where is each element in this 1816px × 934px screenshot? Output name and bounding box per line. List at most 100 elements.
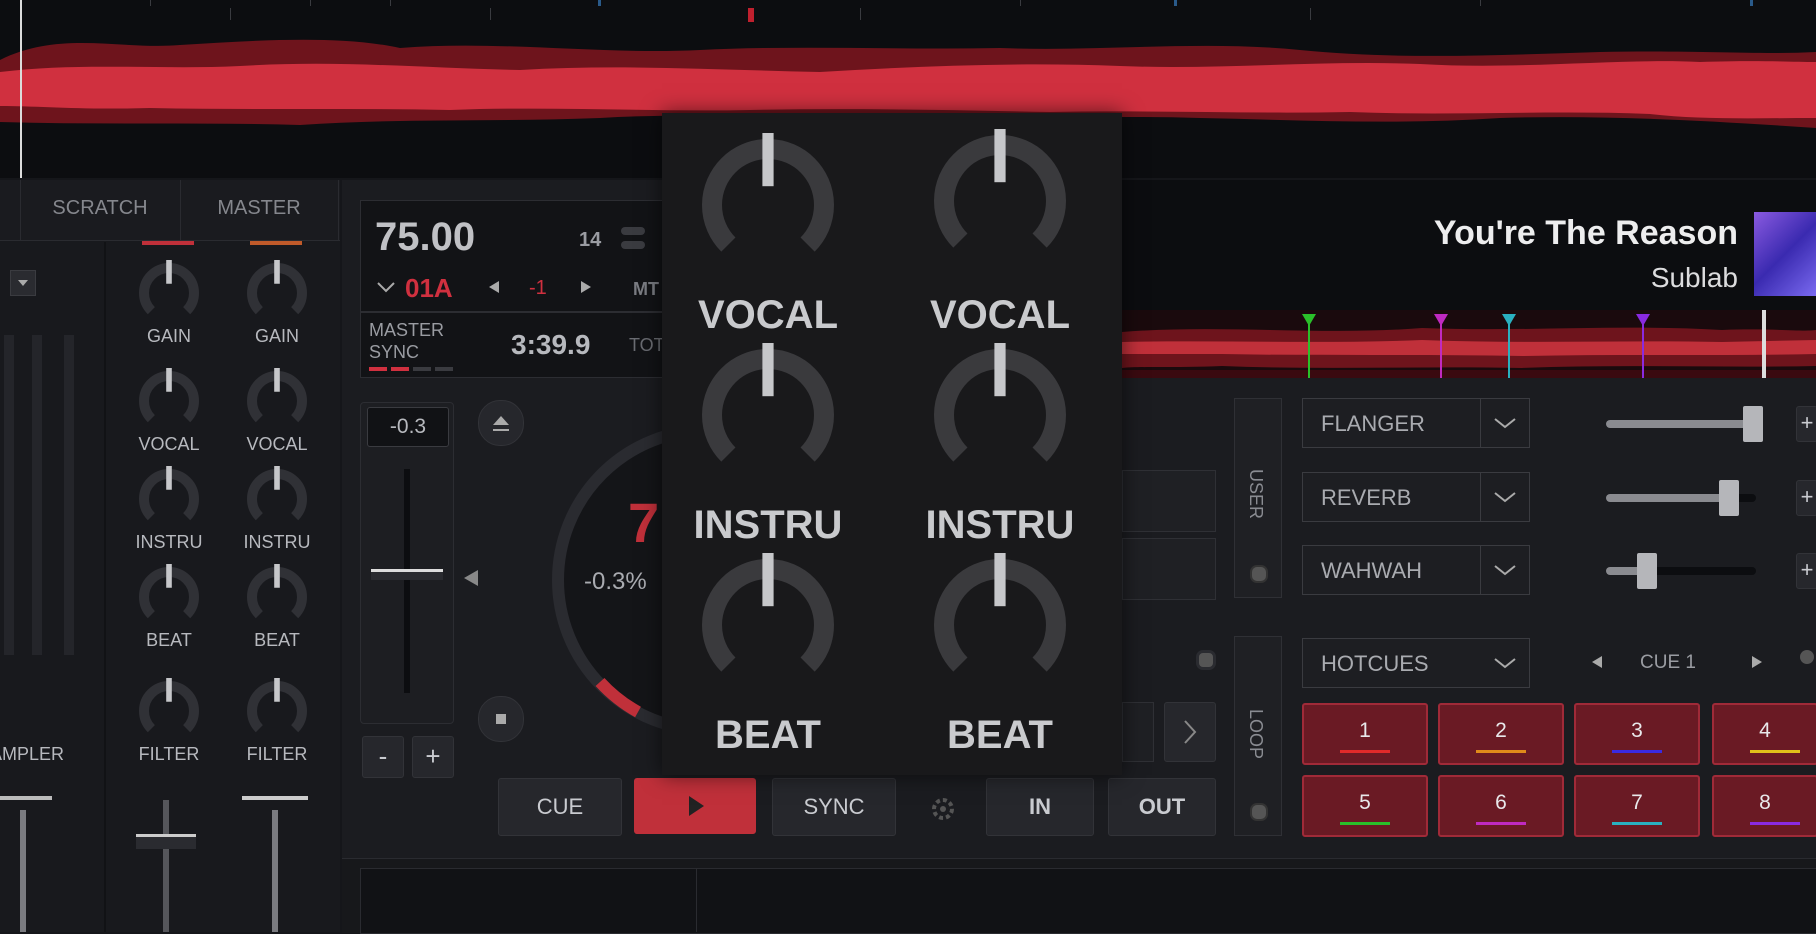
user-led [1250,565,1268,583]
fx-plus-button[interactable]: + [1796,480,1816,516]
fx-dropdown[interactable] [1480,473,1529,521]
fx-plus-button[interactable]: + [1796,406,1816,442]
stop-button[interactable] [478,696,524,742]
pitch-handle[interactable] [371,569,443,580]
vu-meter-graphic [4,335,74,655]
mixer-knob-gain-2[interactable] [242,258,312,333]
hotcue-pad-6[interactable]: 6 [1438,775,1564,837]
pad-number: 1 [1359,719,1371,742]
loop-field[interactable] [1122,702,1154,762]
mixer-knob-instru-1[interactable] [134,464,204,539]
chevron-down-icon [18,280,28,286]
mixer-knob-beat-2[interactable] [242,562,312,637]
cue-next-icon[interactable] [1750,654,1764,675]
fx-dropdown[interactable] [1480,399,1529,447]
fx-level-handle[interactable] [1743,406,1763,442]
stem-knob-beat-2[interactable] [924,549,1076,706]
key-display[interactable]: 01A [405,273,453,304]
mixer-knob-vocal-2[interactable] [242,366,312,441]
dropdown-toggle[interactable] [10,270,36,296]
time-display: 3:39.9 [511,329,591,360]
key-down-icon[interactable] [487,279,501,300]
pitch-minus-button[interactable]: - [362,736,404,778]
mixer-knob-filter-1[interactable] [134,676,204,751]
pad-color-bar [1612,750,1662,753]
track-title: You're The Reason [1433,214,1738,252]
eject-button[interactable] [478,400,524,446]
mt-label[interactable]: MT [633,279,659,300]
hotcue-pad-7[interactable]: 7 [1574,775,1700,837]
loop-in-button[interactable]: IN [986,778,1094,836]
channel-2-fader[interactable] [242,790,308,932]
mixer-knob-vocal-1[interactable] [134,366,204,441]
fx-select-reverb[interactable]: REVERB [1302,472,1530,522]
mixer-knob-beat-1[interactable] [134,562,204,637]
fx-level-slider[interactable] [1606,480,1756,516]
fx-slot-a[interactable] [1122,470,1216,532]
fx-select-wahwah[interactable]: WAHWAH [1302,545,1530,595]
mixer-knob-gain-1[interactable] [134,258,204,333]
pad-color-bar [1476,822,1526,825]
mixer-tabbar: SCRATCH MASTER [0,180,340,241]
fx-level-slider[interactable] [1606,406,1763,442]
total-label[interactable]: TOT [629,335,665,356]
stem-knob-beat-1[interactable] [692,549,844,706]
tab-master[interactable]: MASTER [180,180,339,240]
hotcue-pad-1[interactable]: 1 [1302,703,1428,765]
hotcue-pad-3[interactable]: 3 [1574,703,1700,765]
pad-color-bar [1612,822,1662,825]
chevron-down-icon [1494,658,1516,669]
pitch-plus-button[interactable]: + [412,736,454,778]
stem-knob-instru-2[interactable] [924,339,1076,496]
stem-knob-vocal-1[interactable] [692,129,844,286]
play-button[interactable] [634,778,756,834]
stems-popup: VOCAL VOCAL INSTRU INSTRU BEAT BEAT [662,113,1122,775]
mixer-knob-label: INSTRU [243,532,311,552]
hotcues-select[interactable]: HOTCUES [1302,638,1530,688]
loop-out-button[interactable]: OUT [1108,778,1216,836]
cue-label: CUE 1 [1640,652,1696,673]
hotcues-label: HOTCUES [1321,651,1429,676]
mixer-knob-filter-2[interactable] [242,676,312,751]
loop-next-button[interactable] [1164,702,1216,762]
track-header: You're The Reason Sublab [1122,180,1816,310]
tab-scratch[interactable]: SCRATCH [20,180,181,240]
sync-button[interactable]: SYNC [772,778,896,836]
pitch-track [404,469,410,693]
sampler-fader[interactable] [0,790,52,932]
hotcue-pad-8[interactable]: 8 [1712,775,1816,837]
stem-knob-label: VOCAL [698,293,838,337]
indicator-b [621,241,645,249]
overview-waveform[interactable] [1122,310,1816,378]
fx-dropdown[interactable] [1480,546,1529,594]
mixer-knob-label: FILTER [138,744,200,764]
chevron-down-icon[interactable] [375,277,397,302]
mixer-knob-label: INSTRU [135,532,203,552]
fx-plus-button[interactable]: + [1796,553,1816,589]
tab-partial[interactable] [0,180,21,240]
user-tab[interactable]: USER [1234,398,1282,598]
loop-indicator[interactable] [1196,650,1216,670]
stem-knob-vocal-2[interactable] [924,125,1076,282]
fx-slot-b[interactable] [1122,538,1216,600]
loop-tab[interactable]: LOOP [1234,636,1282,836]
hotcue-pad-4[interactable]: 4 [1712,703,1816,765]
stem-knob-instru-1[interactable] [692,339,844,496]
cue-prev-icon[interactable] [1590,654,1604,675]
pad-number: 5 [1359,791,1371,814]
cue-button[interactable]: CUE [498,778,622,836]
hotcue-pad-2[interactable]: 2 [1438,703,1564,765]
gear-icon[interactable] [930,796,956,827]
channel-1-fader[interactable] [136,800,196,932]
master-sync-label[interactable]: MASTER SYNC [369,319,444,363]
pad-color-bar [1750,822,1800,825]
chevron-down-icon [1494,418,1516,429]
fx-level-slider[interactable] [1606,553,1756,589]
fx-level-handle[interactable] [1719,480,1739,516]
deck-info-box: 75.00 14 01A -1 MT [360,200,672,312]
mixer-knob-instru-2[interactable] [242,464,312,539]
fx-level-handle[interactable] [1636,553,1657,589]
hotcue-pad-5[interactable]: 5 [1302,775,1428,837]
key-up-icon[interactable] [579,279,593,300]
fx-select-flanger[interactable]: FLANGER [1302,398,1530,448]
